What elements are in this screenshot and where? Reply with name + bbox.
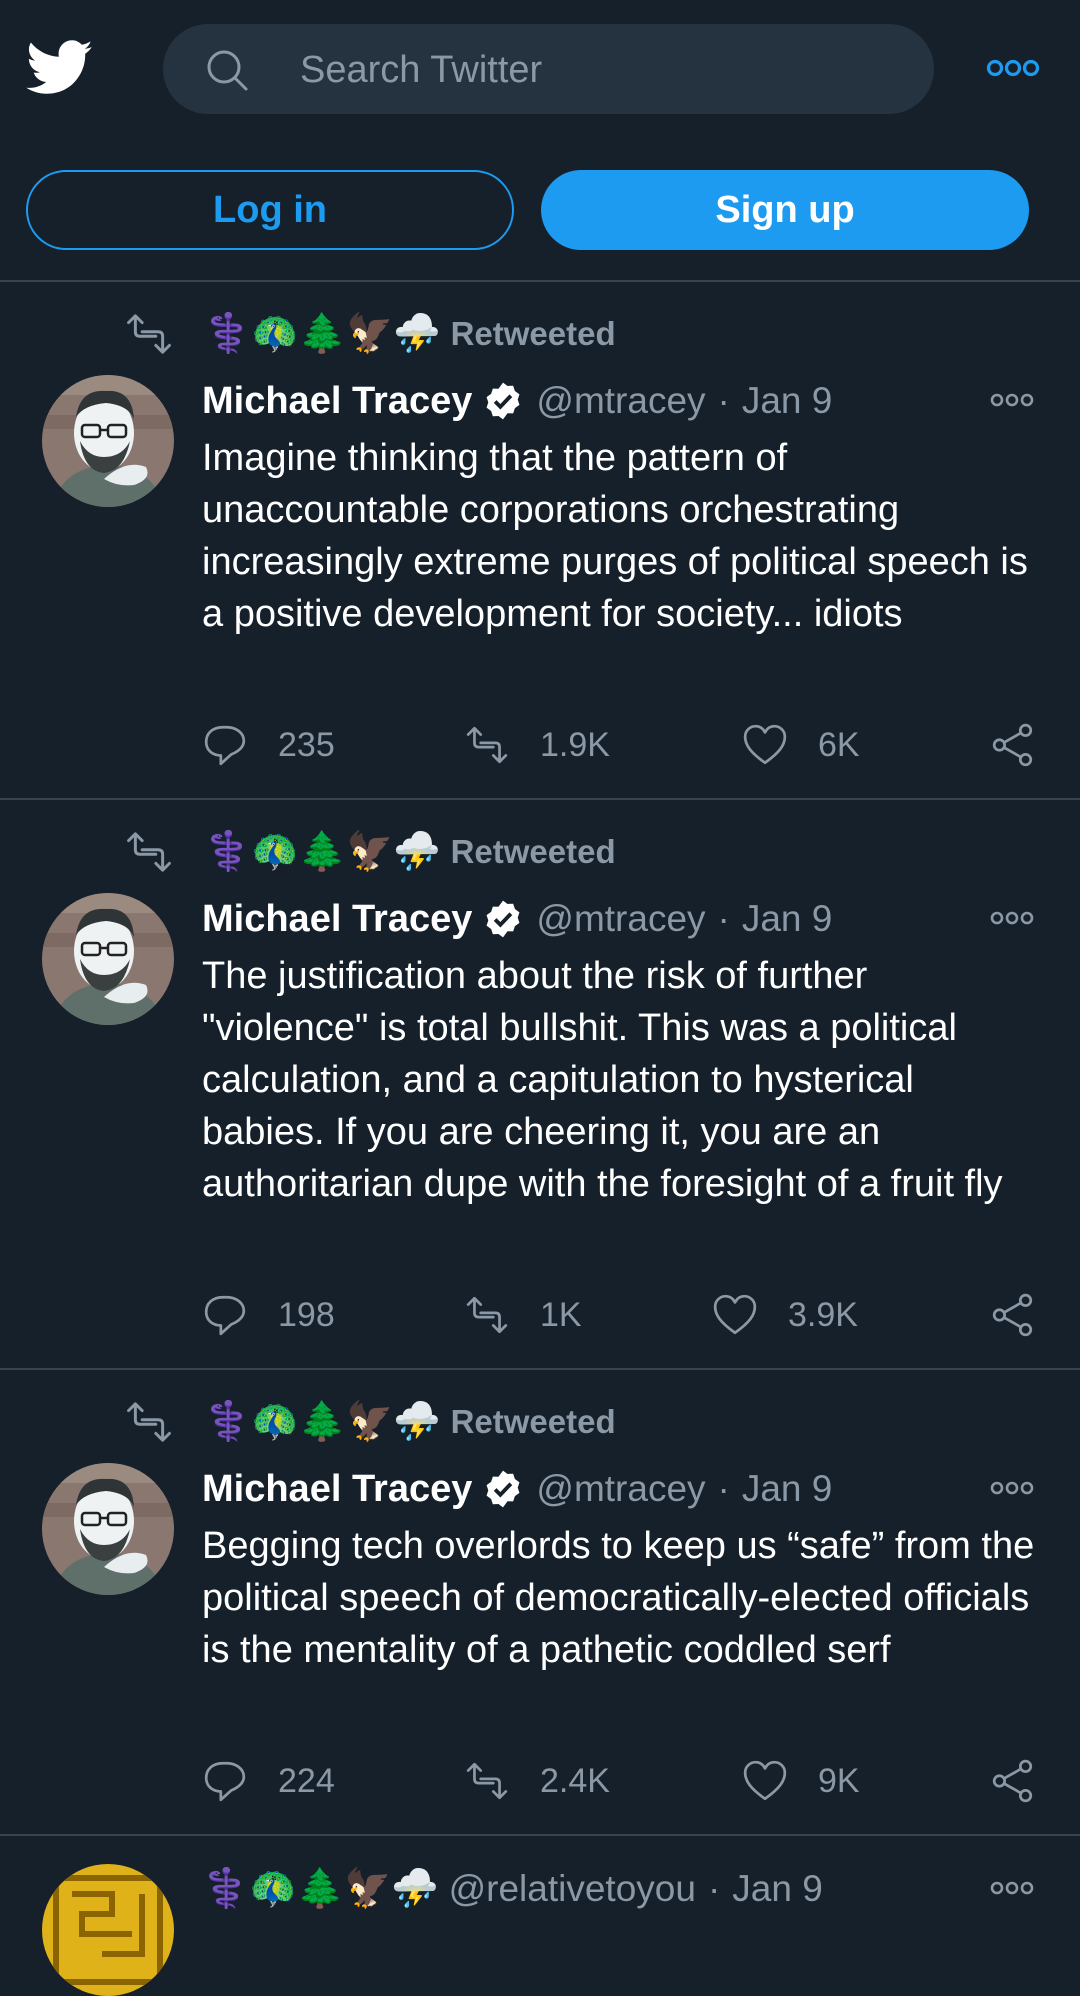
tweet-actions: 235 1.9K 6K xyxy=(202,720,1042,770)
like-icon xyxy=(743,1760,787,1801)
tweet-actions: 224 2.4K 9K xyxy=(202,1756,1042,1806)
separator-dot: · xyxy=(717,380,730,421)
tweet-more-icon[interactable] xyxy=(990,392,1034,408)
separator-dot: · xyxy=(717,1468,730,1509)
like-count: 3.9K xyxy=(788,1295,858,1334)
more-options-icon[interactable] xyxy=(986,54,1040,82)
tweet-date[interactable]: Jan 9 xyxy=(742,898,833,940)
author-name[interactable]: ⚕️🦚🌲🦅⛈️ xyxy=(202,1867,439,1911)
avatar[interactable] xyxy=(42,1463,174,1595)
like-count: 9K xyxy=(818,1761,860,1800)
twitter-logo-icon[interactable] xyxy=(26,40,94,96)
tweet[interactable]: ⚕️🦚🌲🦅⛈️ Retweeted Michael Tracey @mtrace… xyxy=(0,800,1080,1370)
retweet-icon xyxy=(466,1762,508,1800)
author-handle[interactable]: @relativetoyou xyxy=(449,1868,696,1910)
avatar[interactable] xyxy=(42,375,174,507)
author-name[interactable]: Michael Tracey xyxy=(202,898,472,941)
retweeted-label: Retweeted xyxy=(450,1403,616,1440)
share-icon[interactable] xyxy=(990,722,1036,768)
signup-button[interactable]: Sign up xyxy=(541,170,1029,250)
tweet[interactable]: ⚕️🦚🌲🦅⛈️ Retweeted Michael Tracey @mtrace… xyxy=(0,282,1080,800)
like-icon xyxy=(743,724,787,765)
tweet-header: ⚕️🦚🌲🦅⛈️ @relativetoyou · Jan 9 xyxy=(202,1864,823,1914)
reply-button[interactable]: 198 xyxy=(202,1290,335,1340)
author-name[interactable]: Michael Tracey xyxy=(202,1468,472,1511)
tweet-text: Begging tech overlords to keep us “safe”… xyxy=(202,1525,1035,1671)
verified-badge-icon xyxy=(486,382,520,420)
tweet-more-icon[interactable] xyxy=(990,910,1034,926)
search-input[interactable] xyxy=(298,24,902,116)
verified-badge-icon xyxy=(486,900,520,938)
reply-count: 198 xyxy=(278,1295,335,1334)
separator-dot: · xyxy=(717,898,730,939)
tweet-actions: 198 1K 3.9K xyxy=(202,1290,1042,1340)
reply-icon xyxy=(204,1295,246,1336)
share-icon[interactable] xyxy=(990,1758,1036,1804)
reply-icon xyxy=(204,725,246,766)
tweet-date[interactable]: Jan 9 xyxy=(742,1468,833,1510)
retweeter-name[interactable]: ⚕️🦚🌲🦅⛈️ xyxy=(204,830,441,874)
tweet-text: The justification about the risk of furt… xyxy=(202,955,1003,1205)
avatar[interactable] xyxy=(42,1864,174,1996)
tweet-more-icon[interactable] xyxy=(990,1880,1034,1896)
author-name[interactable]: Michael Tracey xyxy=(202,380,472,423)
retweet-button[interactable]: 2.4K xyxy=(464,1756,610,1806)
tweet-header: Michael Tracey @mtracey · Jan 9 xyxy=(202,894,832,944)
retweet-context: ⚕️🦚🌲🦅⛈️ Retweeted xyxy=(124,309,616,359)
author-handle[interactable]: @mtracey xyxy=(536,1468,705,1510)
retweeted-label: Retweeted xyxy=(450,833,616,870)
top-bar: Log in Sign up xyxy=(0,0,1080,282)
reply-count: 235 xyxy=(278,725,335,764)
like-button[interactable]: 9K xyxy=(742,1756,860,1806)
search-bar[interactable] xyxy=(163,24,934,116)
author-handle[interactable]: @mtracey xyxy=(536,898,705,940)
tweet-header: Michael Tracey @mtracey · Jan 9 xyxy=(202,1464,832,1514)
tweet-header: Michael Tracey @mtracey · Jan 9 xyxy=(202,376,832,426)
search-icon xyxy=(207,50,248,91)
retweet-button[interactable]: 1.9K xyxy=(464,720,610,770)
share-icon[interactable] xyxy=(990,1292,1036,1338)
retweeter-name[interactable]: ⚕️🦚🌲🦅⛈️ xyxy=(204,312,441,356)
retweet-count: 1.9K xyxy=(540,725,610,764)
avatar[interactable] xyxy=(42,893,174,1025)
retweet-icon xyxy=(466,726,508,764)
author-handle[interactable]: @mtracey xyxy=(536,380,705,422)
retweet-context: ⚕️🦚🌲🦅⛈️ Retweeted xyxy=(124,1397,616,1447)
reply-button[interactable]: 235 xyxy=(202,720,335,770)
retweet-icon xyxy=(466,1296,508,1334)
like-icon xyxy=(713,1294,757,1335)
tweet-date[interactable]: Jan 9 xyxy=(732,1868,823,1910)
separator-dot: · xyxy=(707,1868,721,1909)
retweet-count: 1K xyxy=(540,1295,582,1334)
retweeted-label: Retweeted xyxy=(450,315,616,352)
retweet-context: ⚕️🦚🌲🦅⛈️ Retweeted xyxy=(124,827,616,877)
tweet-date[interactable]: Jan 9 xyxy=(742,380,833,422)
reply-icon xyxy=(204,1761,246,1802)
login-button[interactable]: Log in xyxy=(26,170,514,250)
like-button[interactable]: 3.9K xyxy=(712,1290,858,1340)
retweeter-name[interactable]: ⚕️🦚🌲🦅⛈️ xyxy=(204,1400,441,1444)
retweet-icon xyxy=(127,1402,171,1442)
verified-badge-icon xyxy=(486,1470,520,1508)
retweet-icon xyxy=(127,314,171,354)
tweet[interactable]: ⚕️🦚🌲🦅⛈️ Retweeted Michael Tracey @mtrace… xyxy=(0,1370,1080,1836)
retweet-button[interactable]: 1K xyxy=(464,1290,582,1340)
retweet-icon xyxy=(127,832,171,872)
retweet-count: 2.4K xyxy=(540,1761,610,1800)
like-count: 6K xyxy=(818,725,860,764)
reply-count: 224 xyxy=(278,1761,335,1800)
tweet-more-icon[interactable] xyxy=(990,1480,1034,1496)
tweet-text: Imagine thinking that the pattern of una… xyxy=(202,437,1028,635)
like-button[interactable]: 6K xyxy=(742,720,860,770)
reply-button[interactable]: 224 xyxy=(202,1756,335,1806)
